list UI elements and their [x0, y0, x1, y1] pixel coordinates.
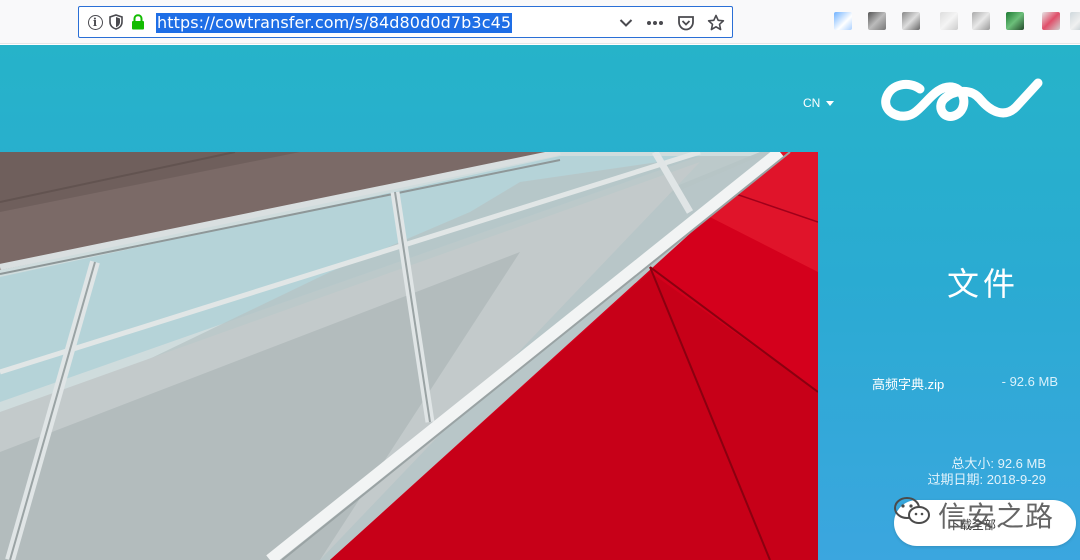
download-all-label: 下载全部 — [948, 518, 997, 532]
info-glyph: i — [87, 14, 103, 30]
lock-icon[interactable] — [130, 14, 146, 30]
extension-icon[interactable] — [1070, 12, 1080, 30]
language-label: CN — [803, 96, 821, 110]
caret-down-icon — [826, 101, 835, 106]
extension-icon[interactable] — [940, 12, 958, 30]
cowtransfer-logo[interactable] — [880, 77, 1044, 125]
cowtransfer-page: CN 文件 高频字典.zip - 92.6 MB 总大小: 92.6 MB 过期… — [0, 45, 1080, 560]
extension-icon[interactable] — [972, 12, 990, 30]
url-text[interactable]: https://cowtransfer.com/s/84d80d0d7b3c45 — [156, 13, 513, 33]
star-icon[interactable] — [706, 13, 726, 33]
extension-icon[interactable] — [868, 12, 886, 30]
pocket-icon[interactable] — [676, 13, 696, 33]
browser-toolbar: i https://cowtransfer.com/s/84d80d0d7b3c… — [0, 0, 1080, 44]
extension-icon[interactable] — [834, 12, 852, 30]
expire-date: 过期日期: 2018-9-29 — [927, 472, 1047, 487]
file-name: 高频字典.zip — [872, 377, 945, 392]
shield-icon[interactable] — [108, 14, 124, 30]
address-bar[interactable]: i https://cowtransfer.com/s/84d80d0d7b3c… — [78, 6, 733, 38]
page-title: 文件 — [946, 265, 1019, 303]
more-icon[interactable] — [645, 13, 665, 33]
download-all-button[interactable]: 下载全部 — [894, 500, 1076, 546]
chevron-down-icon[interactable] — [616, 13, 636, 33]
extension-icon[interactable] — [902, 12, 920, 30]
file-size: - 92.6 MB — [1001, 374, 1058, 389]
info-icon[interactable]: i — [87, 14, 103, 30]
extension-icon[interactable] — [1042, 12, 1060, 30]
extension-icon[interactable] — [1006, 12, 1024, 30]
hero-photo — [0, 152, 818, 560]
language-selector[interactable]: CN — [803, 96, 835, 110]
